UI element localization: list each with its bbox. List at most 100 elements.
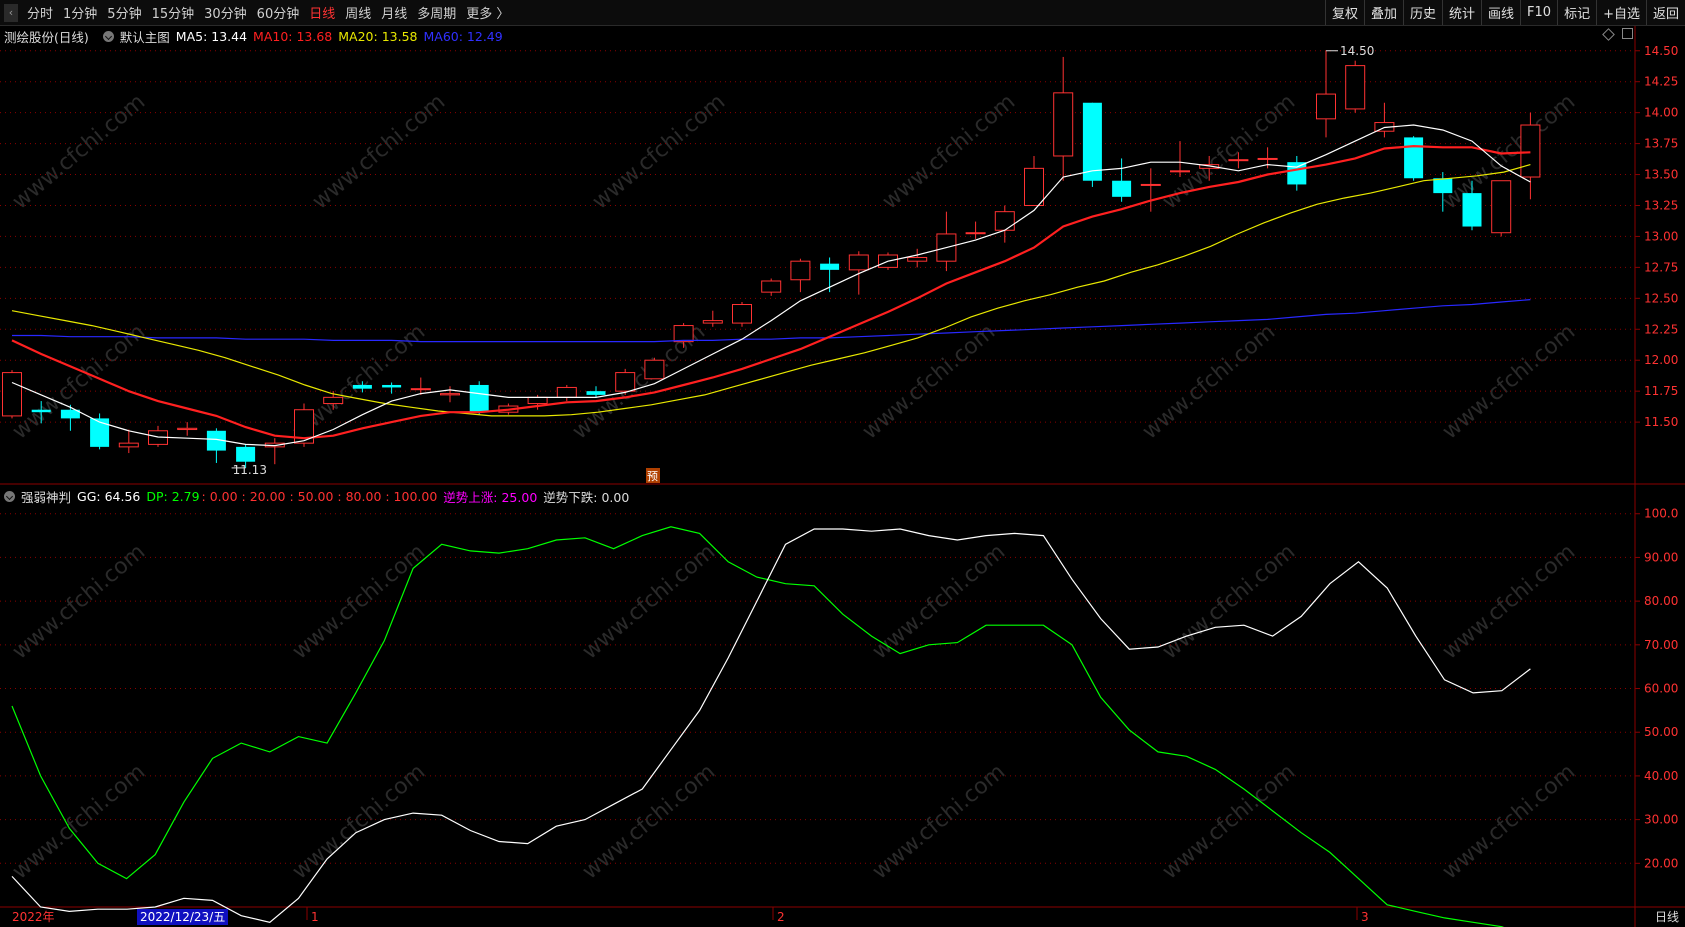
watermark-text: www.cfchi.com (8, 89, 150, 214)
candle (469, 381, 489, 415)
candle-body (820, 263, 840, 270)
candle (264, 438, 285, 465)
indicator-tick-label: 30.00 (1644, 813, 1678, 827)
levels-label: : 0.00 : 20.00 : 50.00 : 80.00 : 100.00 (201, 488, 438, 504)
candle-body (673, 325, 694, 343)
watermark-text: www.cfchi.com (1138, 319, 1280, 444)
watermark-text: www.cfchi.com (868, 539, 1010, 664)
candle-body (1140, 183, 1161, 186)
candle-body (1287, 162, 1307, 185)
stock-name: 测绘股份(日线) (4, 29, 89, 45)
price-tick-label: 11.50 (1644, 415, 1678, 429)
candle-body (1404, 137, 1424, 179)
indicator-tick-label: 20.00 (1644, 856, 1678, 870)
candle (1112, 158, 1132, 202)
candle-body (118, 442, 139, 448)
watermark-text: www.cfchi.com (288, 539, 430, 664)
indicator-dropdown-icon[interactable] (4, 490, 15, 502)
candle (206, 428, 226, 463)
date-cursor-tag: 2022/12/23/五 (137, 909, 229, 925)
candle-body (31, 409, 51, 413)
candle (1520, 112, 1541, 200)
candle (1140, 168, 1161, 212)
price-tick-label: 14.00 (1644, 106, 1678, 120)
indicator-tick-label: 50.00 (1644, 725, 1678, 739)
candle (1404, 136, 1424, 181)
candle-body (732, 304, 752, 324)
indicator-tick-label: 60.00 (1644, 682, 1678, 696)
template-name[interactable]: 默认主图 (120, 27, 170, 46)
candle-body (382, 384, 402, 388)
candle-body (1491, 180, 1512, 234)
candle-body (410, 388, 431, 391)
indicator-tick-label: 90.00 (1644, 550, 1678, 564)
price-tick-label: 11.75 (1644, 384, 1678, 398)
price-tick-label: 13.00 (1644, 229, 1678, 243)
watermark-text: www.cfchi.com (578, 539, 720, 664)
candle-body (1433, 178, 1453, 194)
time-tick-label: 3 (1361, 910, 1369, 924)
period-tag: 日线 (1654, 910, 1679, 924)
watermark-text: www.cfchi.com (588, 89, 730, 214)
main-info-bar: 测绘股份(日线) 默认主图 MA5: 13.44 MA10: 13.68 MA2… (0, 26, 509, 46)
candle-body (1082, 102, 1102, 181)
candle-body (2, 372, 22, 417)
low-label: 11.13 (233, 463, 267, 477)
ma10-label: MA10: 13.68 (253, 28, 333, 44)
dp-line (11, 526, 1505, 927)
candle-body (1345, 65, 1366, 110)
high-label: 14.50 (1340, 44, 1374, 58)
price-tick-label: 12.50 (1644, 291, 1678, 305)
candle (148, 425, 168, 447)
candle (790, 258, 811, 293)
candle (994, 205, 1015, 243)
time-tick-label: 1 (311, 910, 319, 924)
candle-body (994, 211, 1015, 231)
watermark-text: www.cfchi.com (8, 759, 150, 884)
candle-body (907, 256, 928, 262)
candle (177, 422, 198, 436)
watermark-text: www.cfchi.com (868, 759, 1010, 884)
indicator-name[interactable]: 强弱神判 (21, 487, 71, 506)
indicator-info-bar: 强弱神判 GG: 64.56 DP: 2.79 : 0.00 : 20.00 :… (0, 486, 635, 506)
candle (118, 429, 139, 454)
template-dropdown-icon[interactable] (102, 30, 114, 42)
candle-body (352, 384, 372, 389)
indicator-tick-label: 100.0 (1644, 507, 1678, 521)
candle (732, 302, 752, 327)
candle-body (848, 254, 869, 271)
candle (965, 221, 986, 239)
indicator-tick-label: 40.00 (1644, 769, 1678, 783)
candle-body (1228, 159, 1249, 162)
price-tick-label: 13.75 (1644, 137, 1678, 151)
price-tick-label: 12.75 (1644, 260, 1678, 274)
watermark-text: www.cfchi.com (878, 89, 1020, 214)
watermark-text: www.cfchi.com (1438, 319, 1580, 444)
price-tick-label: 12.25 (1644, 322, 1678, 336)
candle (382, 382, 402, 394)
indicator-tick-label: 70.00 (1644, 638, 1678, 652)
ma60-label: MA60: 12.49 (423, 28, 503, 44)
watermark-text: www.cfchi.com (1158, 539, 1300, 664)
rise-label: 逆势上涨: 25.00 (443, 489, 538, 505)
candle (1170, 141, 1190, 178)
indicator-tick-label: 80.00 (1644, 594, 1678, 608)
candle-body (644, 359, 665, 380)
candle-body (1024, 167, 1044, 206)
candle-body (1170, 170, 1190, 173)
fall-label: 逆势下跌: 0.00 (543, 489, 630, 505)
price-tick-label: 14.25 (1644, 75, 1678, 89)
ma20-label: MA20: 13.58 (338, 28, 418, 44)
price-tick-label: 13.50 (1644, 168, 1678, 182)
candle-body (440, 393, 460, 396)
watermark-text: www.cfchi.com (1438, 539, 1580, 664)
candle-body (1053, 92, 1074, 157)
time-tick-label: 2 (777, 910, 785, 924)
chart-canvas[interactable]: www.cfchi.com www.cfchi.com www.cfchi.com w… (0, 0, 1685, 927)
candle-body (236, 446, 256, 462)
candle-body (1112, 180, 1132, 197)
candle-body (790, 260, 811, 281)
restore-icon[interactable] (1622, 28, 1633, 39)
price-tick-label: 12.00 (1644, 353, 1678, 367)
candle (440, 386, 460, 403)
